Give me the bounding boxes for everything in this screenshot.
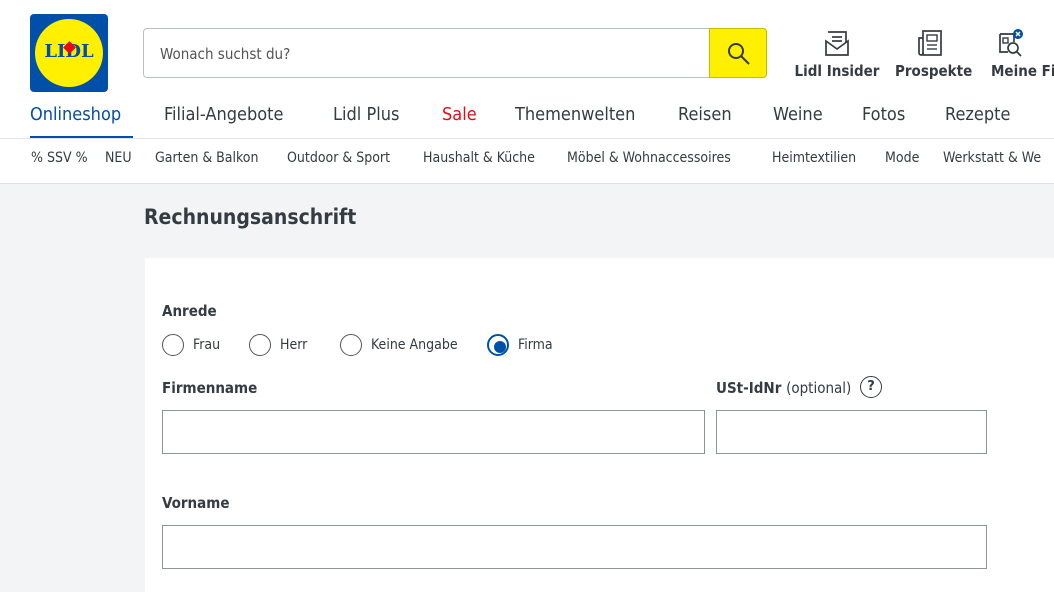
radio-frau-label: Frau (193, 337, 221, 353)
first-name-input[interactable] (173, 537, 980, 559)
lidl-insider-link[interactable]: Lidl Insider (792, 27, 882, 85)
category-moebel-wohnaccessoires[interactable]: Möbel & Wohnaccessoires (567, 150, 731, 166)
newspaper-icon (918, 30, 942, 56)
lidl-logo[interactable]: LIDL (30, 14, 108, 92)
header-bottom-border (0, 183, 1054, 184)
logo-yellow-circle: LIDL (35, 19, 103, 87)
radio-herr-label: Herr (280, 337, 308, 353)
category-garten-balkon[interactable]: Garten & Balkon (155, 150, 259, 166)
nav-item-lidl-plus[interactable]: Lidl Plus (333, 104, 399, 125)
radio-selected-dot (494, 341, 506, 353)
nav-item-filial-angebote[interactable]: Filial-Angebote (164, 104, 283, 125)
search-input[interactable] (158, 42, 702, 66)
search-icon (728, 43, 750, 65)
search-bar (143, 28, 767, 78)
nav-item-reisen[interactable]: Reisen (678, 104, 732, 125)
prospekte-label: Prospekte (895, 62, 973, 80)
company-name-field (162, 410, 705, 454)
meine-filiale-link[interactable]: Meine Filia (987, 27, 1054, 85)
search-button[interactable] (709, 28, 767, 78)
meine-filiale-label: Meine Filia (991, 62, 1054, 80)
help-icon[interactable]: ? (860, 376, 882, 398)
mail-envelope-icon (825, 31, 849, 56)
header-top-spacer (0, 0, 1054, 8)
first-name-field (162, 525, 987, 569)
company-name-label: Firmenname (162, 379, 258, 397)
radio-firma-label: Firma (518, 337, 553, 353)
category-neu[interactable]: NEU (105, 150, 132, 166)
store-search-icon (999, 29, 1023, 57)
lidl-insider-label: Lidl Insider (794, 62, 880, 80)
radio-circle (340, 334, 362, 356)
vat-id-label: USt-IdNr (optional) (716, 379, 851, 397)
radio-circle (249, 334, 271, 356)
category-heimtextilien[interactable]: Heimtextilien (772, 150, 856, 166)
company-name-input[interactable] (173, 422, 698, 444)
radio-keine-angabe-label: Keine Angabe (371, 337, 458, 353)
category-navigation: % SSV % NEU Garten & Balkon Outdoor & Sp… (0, 150, 1054, 174)
category-haushalt-kueche[interactable]: Haushalt & Küche (423, 150, 535, 166)
category-outdoor-sport[interactable]: Outdoor & Sport (287, 150, 390, 166)
nav-item-sale[interactable]: Sale (442, 104, 477, 125)
radio-circle (162, 334, 184, 356)
nav-item-rezepte[interactable]: Rezepte (945, 104, 1010, 125)
vat-id-field (716, 410, 987, 454)
main-navigation: Onlineshop Filial-Angebote Lidl Plus Sal… (0, 100, 1054, 134)
site-header: LIDL Lidl Insider Prospekte (0, 0, 1054, 184)
first-name-label: Vorname (162, 494, 230, 512)
nav-item-themenwelten[interactable]: Themenwelten (515, 104, 635, 125)
category-werkstatt[interactable]: Werkstatt & We (943, 150, 1041, 166)
salutation-label: Anrede (162, 302, 217, 320)
prospekte-link[interactable]: Prospekte (895, 27, 973, 85)
vat-id-label-text: USt-IdNr (716, 379, 782, 397)
category-ssv[interactable]: % SSV % (31, 150, 88, 166)
vat-id-input[interactable] (727, 422, 980, 444)
vat-id-optional-text: (optional) (786, 379, 852, 397)
category-mode[interactable]: Mode (885, 150, 919, 166)
page-title: Rechnungsanschrift (144, 205, 357, 229)
nav-item-fotos[interactable]: Fotos (862, 104, 905, 125)
nav-divider (0, 138, 1054, 139)
nav-item-weine[interactable]: Weine (773, 104, 823, 125)
nav-item-onlineshop[interactable]: Onlineshop (30, 104, 121, 125)
radio-circle-selected (487, 334, 509, 356)
